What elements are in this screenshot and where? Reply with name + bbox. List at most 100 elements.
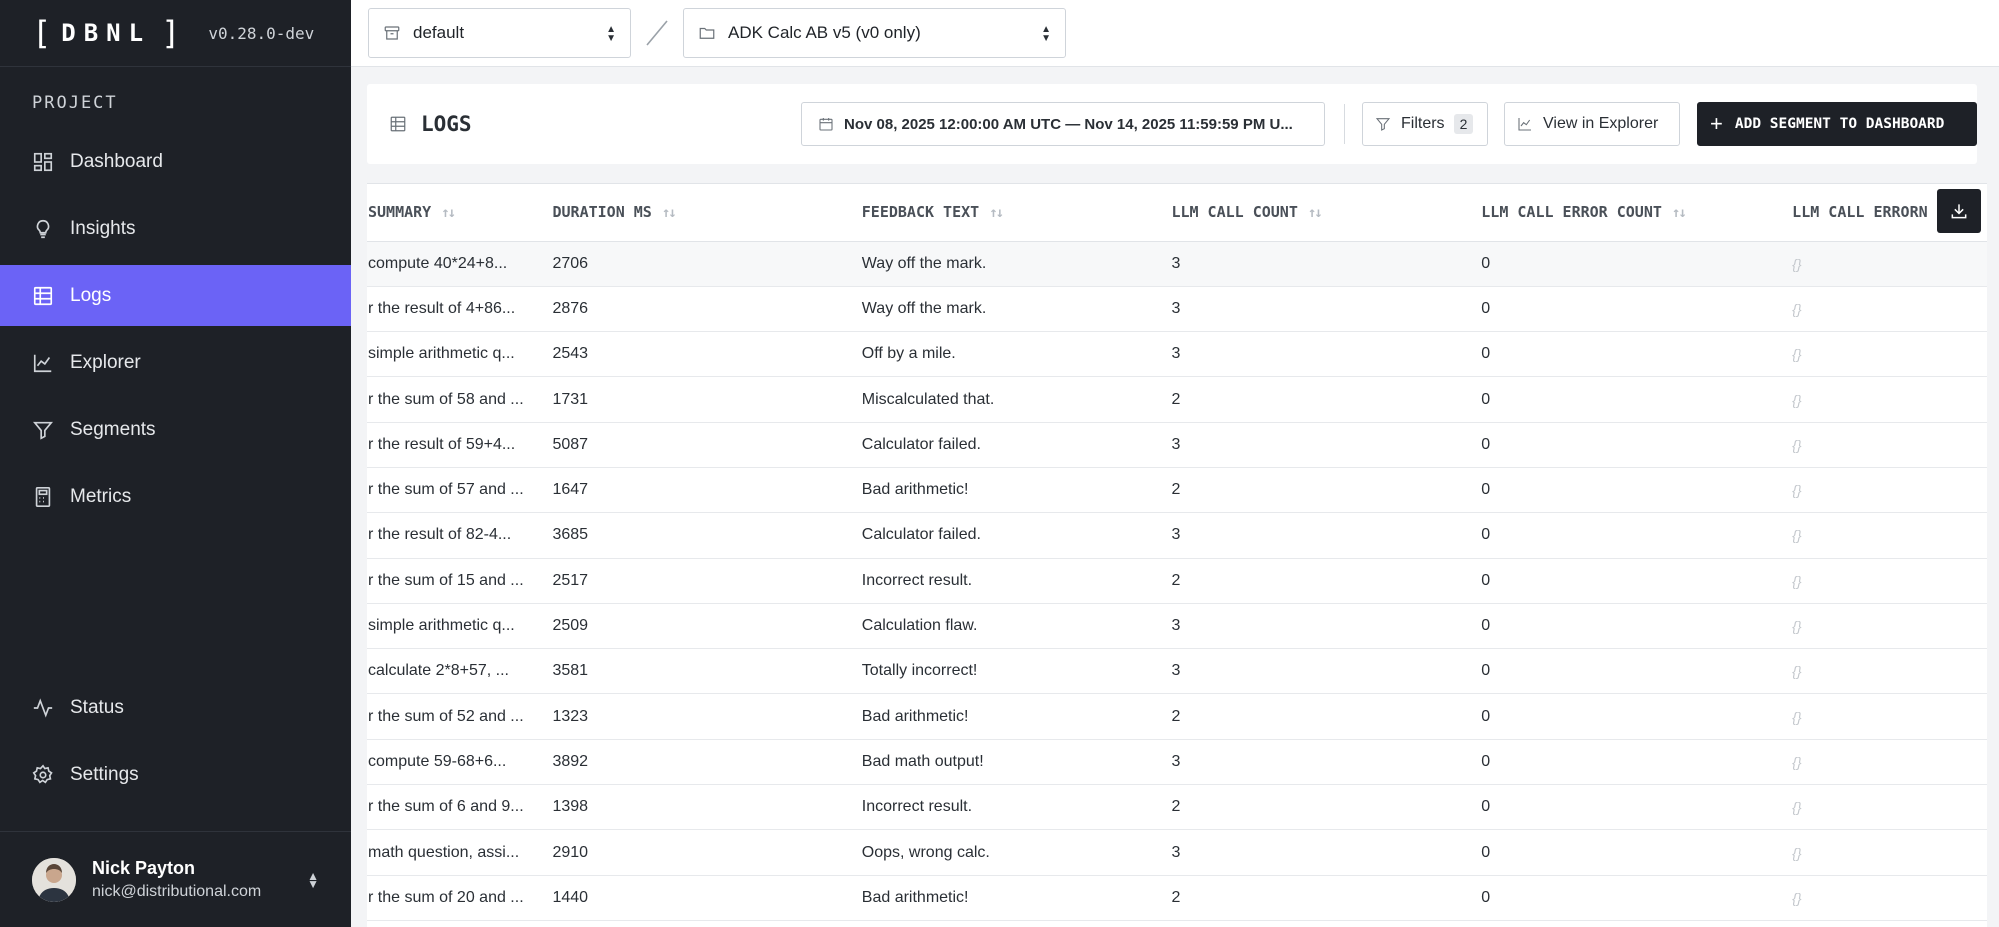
logs-header: LOGS Nov 08, 2025 12:00:00 AM UTC — Nov … [367,84,1977,164]
cell-duration: 2706 [548,241,858,287]
cell-llm-call-count: 3 [1167,422,1478,468]
sidebar-item-settings[interactable]: Settings [0,744,351,805]
cell-llm-call-error: {} [1788,558,1987,604]
cell-duration: 2876 [548,286,858,333]
cell-llm-call-error: {} [1788,739,1987,786]
cell-summary: compute 59-68+6... [367,739,549,786]
cell-llm-call-error-count: 0 [1477,739,1789,786]
table-row[interactable]: compute 59-68+6... 3892 Bad math output! 3 0… [367,739,1987,786]
column-header-llm-call-error-count[interactable]: LLM CALL ERROR COUNT ↑↓ [1477,184,1789,242]
cell-summary: r the sum of 20 and ... [367,875,549,921]
column-header-feedback[interactable]: FEEDBACK TEXT ↑↓ [857,184,1168,242]
table-row[interactable]: r the sum of 20 and ... 1440 Bad arithmeti… [367,875,1987,921]
table-row[interactable]: r the result of 82-4... 3685 Calculator fa… [367,512,1987,559]
cell-llm-call-error: {} [1788,648,1987,695]
project-select-value: default [413,23,465,42]
cell-duration: 1731 [548,376,858,423]
sidebar-item-explorer[interactable]: Explorer [0,332,351,393]
table-row[interactable]: r the result of 4+86... 2876 Way off the m… [367,286,1987,333]
dbnl-logo[interactable]: [DBNL] [32,14,180,52]
table-row[interactable]: r the sum of 15 and ... 2517 Incorrect res… [367,558,1987,604]
cell-llm-call-error: {} [1788,829,1987,876]
add-segment-button[interactable]: + ADD SEGMENT TO DASHBOARD [1697,102,1977,146]
table-row[interactable]: compute 40*24+8... 2706 Way off the mark. 3… [367,241,1987,287]
cell-llm-call-count: 3 [1167,241,1478,287]
cell-llm-call-count: 2 [1167,875,1478,921]
sort-icon[interactable]: ↑↓ [1672,205,1687,221]
column-header-duration[interactable]: DURATION MS ↑↓ [548,184,858,242]
cell-summary: simple arithmetic q... [367,603,549,650]
section-label: PROJECT [32,93,118,113]
table-row[interactable]: calculate 2*8+57, ... 3581 Totally incorre… [367,648,1987,695]
cell-summary: r the result of 4+86... [367,286,549,333]
sidebar-item-dashboard[interactable]: Dashboard [0,131,351,192]
sidebar-item-segments[interactable]: Segments [0,399,351,460]
cell-llm-call-count: 2 [1167,784,1478,831]
sort-icon[interactable]: ↑↓ [1308,205,1323,221]
cell-llm-call-error: {} [1788,286,1987,333]
line-chart-icon [33,354,52,372]
table-row[interactable]: math question, assi... 2910 Oops, wrong ca… [367,829,1987,876]
cell-duration: 3581 [548,648,858,695]
table-row[interactable]: simple arithmetic q... 2509 Calculation fl… [367,603,1987,650]
table-row[interactable]: r the result of 59+4... 5087 Calculator fa… [367,422,1987,468]
cell-llm-call-error-count: 0 [1477,422,1789,468]
sidebar-item-insights[interactable]: Insights [0,198,351,259]
cell-llm-call-count: 3 [1167,286,1478,333]
table-row[interactable]: r the sum of 58 and ... 1731 Miscalculated… [367,376,1987,423]
sidebar-item-logs[interactable]: Logs [0,265,351,326]
table-body: compute 40*24+8... 2706 Way off the mark. 3… [367,241,1987,921]
cell-llm-call-error: {} [1788,603,1987,650]
sidebar: [DBNL] v0.28.0-dev PROJECT Dashboard Ins… [0,0,351,927]
select-chevron-icon: ▲ ▼ [606,24,616,44]
cell-llm-call-error: {} [1788,376,1987,423]
cell-llm-call-error-count: 0 [1477,286,1789,333]
cell-feedback: Miscalculated that. [857,376,1168,423]
filters-button[interactable]: Filters 2 [1362,102,1488,146]
cell-duration: 3685 [548,512,858,559]
table-row[interactable]: r the sum of 6 and 9... 1398 Incorrect res… [367,784,1987,831]
logs-table[interactable]: SUMMARY ↑↓ DURATION MS ↑↓ FEEDBACK TEXT ↑↓ … [367,183,1987,927]
cell-feedback: Calculator failed. [857,422,1168,468]
cell-llm-call-error-count: 0 [1477,241,1789,287]
cell-feedback: Bad arithmetic! [857,693,1168,740]
download-button[interactable] [1937,189,1981,233]
cell-llm-call-count: 2 [1167,693,1478,740]
gear-icon [32,764,53,783]
sidebar-item-label: Explorer [70,351,141,373]
column-header-llm-call-count[interactable]: LLM CALL COUNT ↑↓ [1167,184,1478,242]
select-chevron-icon: ▲ ▼ [1041,24,1051,44]
cell-llm-call-error: {} [1788,693,1987,740]
cell-feedback: Bad arithmetic! [857,875,1168,921]
user-email: nick@distributional.com [92,883,262,900]
chevron-updown-icon[interactable]: ▲ ▼ [307,870,319,890]
table-row[interactable]: r the sum of 57 and ... 1647 Bad arithmeti… [367,467,1987,514]
sidebar-item-status[interactable]: Status [0,677,351,738]
version-label: v0.28.0-dev [208,23,315,43]
view-in-explorer-button[interactable]: View in Explorer [1504,102,1680,146]
activity-icon [33,697,53,718]
cell-feedback: Way off the mark. [857,286,1168,333]
project-select[interactable]: default ▲ ▼ [368,8,631,58]
column-header-summary[interactable]: SUMMARY ↑↓ [367,184,549,242]
calculator-icon [35,486,51,507]
date-range-picker[interactable]: Nov 08, 2025 12:00:00 AM UTC — Nov 14, 2… [801,102,1325,146]
download-icon [1951,204,1967,219]
table-row[interactable]: r the sum of 52 and ... 1323 Bad arithmeti… [367,693,1987,740]
sidebar-item-metrics[interactable]: Metrics [0,466,351,527]
cell-llm-call-error-count: 0 [1477,331,1789,378]
table-header-row: SUMMARY ↑↓ DURATION MS ↑↓ FEEDBACK TEXT ↑↓ … [367,184,1987,242]
table-row[interactable]: simple arithmetic q... 2543 Off by a mile.… [367,331,1987,378]
sort-icon[interactable]: ↑↓ [989,205,1004,221]
cell-llm-call-count: 2 [1167,467,1478,514]
sort-icon[interactable]: ↑↓ [662,205,677,221]
model-select[interactable]: ADK Calc AB v5 (v0 only) ▲ ▼ [683,8,1066,58]
sort-icon[interactable]: ↑↓ [441,205,456,221]
table-icon [390,116,406,132]
cell-llm-call-error: {} [1788,784,1987,831]
table-icon [33,286,53,305]
cell-duration: 2517 [548,558,858,604]
user-menu[interactable]: Nick Payton nick@distributional.com ▲ ▼ [0,831,351,927]
avatar [32,857,76,902]
plus-icon: + [1710,111,1723,136]
